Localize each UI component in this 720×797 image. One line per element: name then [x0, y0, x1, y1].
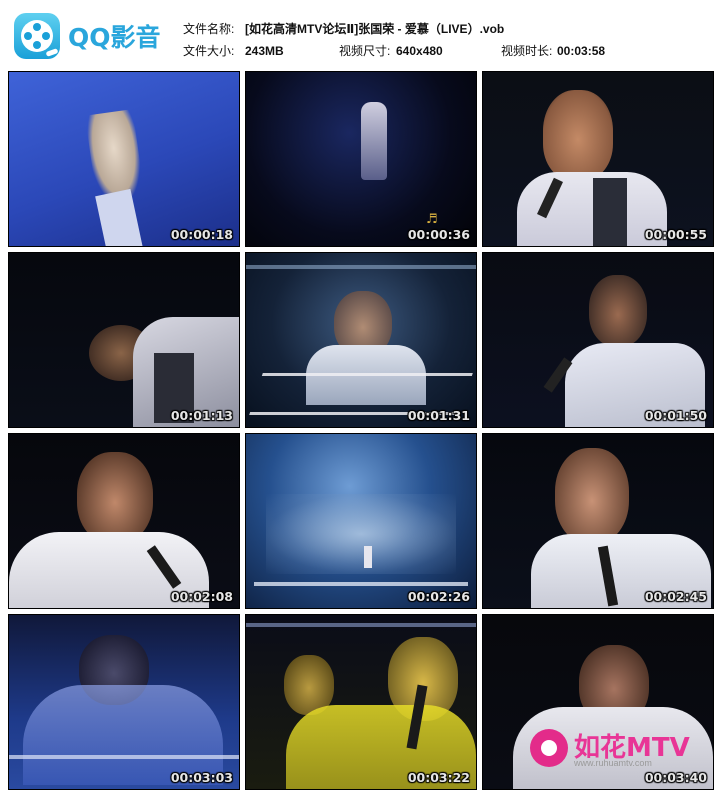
- app-name: QQ影音: [68, 23, 161, 52]
- thumbnail-timestamp: 00:02:26: [407, 589, 470, 604]
- thumbnail-2[interactable]: ♬ 00:00:36: [245, 71, 477, 247]
- thumbnail-10[interactable]: 00:03:03: [8, 614, 240, 790]
- thumbnail-timestamp: 00:00:55: [644, 227, 707, 242]
- thumbnail-1[interactable]: 00:00:18: [8, 71, 240, 247]
- vest: [593, 178, 627, 246]
- video-duration-value: 00:03:58: [557, 44, 606, 58]
- singer-face: [589, 275, 647, 347]
- thumbnail-timestamp: 00:03:22: [407, 770, 470, 785]
- thumbnail-timestamp: 00:01:13: [170, 408, 233, 423]
- ruhua-logo-icon: [530, 729, 568, 767]
- app-logo: QQ影音: [14, 12, 164, 60]
- header: QQ影音 文件名称: [如花高清MTV论坛Ⅱ]张国荣 - 爱慕（LIVE）.vo…: [0, 0, 720, 66]
- thumbnail-8[interactable]: 00:02:26: [245, 433, 477, 609]
- thumbnail-timestamp: 00:03:03: [170, 770, 233, 785]
- file-name-value: [如花高清MTV论坛Ⅱ]张国荣 - 爱慕（LIVE）.vob: [245, 22, 505, 36]
- channel-logo: ♬: [426, 212, 438, 227]
- singer-face: [543, 90, 613, 180]
- singer-face: [77, 452, 153, 544]
- stage-smoke: [266, 494, 456, 574]
- thumbnail-timestamp: 00:00:36: [407, 227, 470, 242]
- thumbnail-9[interactable]: 00:02:45: [482, 433, 714, 609]
- thumbnail-timestamp: 00:02:08: [170, 589, 233, 604]
- video-duration-label: 视频时长:: [501, 44, 553, 58]
- video-dimensions-label: 视频尺寸:: [339, 44, 391, 58]
- thumbnail-timestamp: 00:01:50: [644, 408, 707, 423]
- thumbnail-4[interactable]: 00:01:13: [8, 252, 240, 428]
- lighting-rig: [246, 265, 476, 269]
- singer-figure: [361, 102, 387, 180]
- video-dimensions-value: 640x480: [396, 44, 443, 58]
- thumbnail-3[interactable]: 00:00:55: [482, 71, 714, 247]
- file-size-label: 文件大小:: [183, 44, 235, 58]
- lighting-rig: [246, 623, 476, 627]
- qq-player-icon: [14, 13, 60, 59]
- thumbnail-11[interactable]: 00:03:22: [245, 614, 477, 790]
- watermark: 如花MTV www.ruhuamtv.com: [530, 727, 700, 773]
- thumbnail-6[interactable]: 00:01:50: [482, 252, 714, 428]
- thumbnail-timestamp: 00:01:31: [407, 408, 470, 423]
- watermark-url: www.ruhuamtv.com: [574, 758, 652, 768]
- stage-lights: [9, 755, 239, 759]
- file-name-label: 文件名称:: [183, 22, 235, 36]
- raised-hand: [84, 109, 146, 205]
- thumbnail-timestamp: 00:00:18: [170, 227, 233, 242]
- file-size-value: 243MB: [245, 44, 284, 58]
- thumbnail-timestamp: 00:02:45: [644, 589, 707, 604]
- singer-figure: [364, 546, 372, 568]
- singer-face: [555, 448, 629, 544]
- thumbnail-5[interactable]: 00:01:31: [245, 252, 477, 428]
- thumbnail-7[interactable]: 00:02:08: [8, 433, 240, 609]
- stage-edge: [254, 582, 468, 586]
